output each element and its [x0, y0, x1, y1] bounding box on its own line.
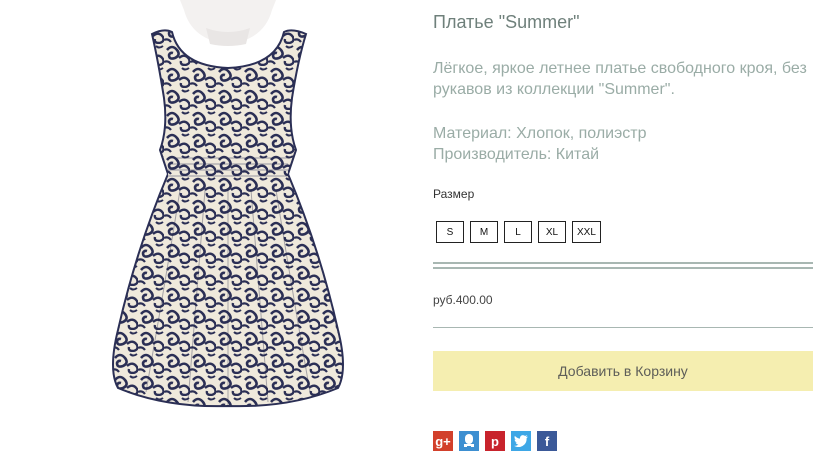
product-image[interactable]	[60, 0, 400, 467]
pinterest-icon[interactable]: p	[485, 431, 505, 451]
size-label: Размер	[433, 187, 475, 201]
divider	[433, 262, 813, 269]
twitter-icon[interactable]	[511, 431, 531, 451]
product-specs: Материал: Хлопок, полиэстр Производитель…	[433, 123, 813, 165]
size-option-s[interactable]: S	[436, 221, 464, 243]
size-option-xl[interactable]: XL	[538, 221, 566, 243]
product-description: Лёгкое, яркое летнее платье свободного к…	[433, 60, 807, 98]
facebook-icon[interactable]: f	[537, 431, 557, 451]
add-to-cart-button[interactable]: Добавить в Корзину	[433, 351, 813, 391]
size-option-xxl[interactable]: XXL	[572, 221, 601, 243]
product-price: руб.400.00	[433, 293, 493, 307]
size-option-m[interactable]: M	[470, 221, 498, 243]
product-title: Платье "Summer"	[433, 12, 580, 32]
share-bar: g+ p f	[433, 431, 557, 451]
divider	[433, 327, 813, 328]
size-selector: S M L XL XXL	[436, 221, 601, 243]
product-material: Материал: Хлопок, полиэстр	[433, 125, 647, 142]
size-option-l[interactable]: L	[504, 221, 532, 243]
product-manufacturer: Производитель: Китай	[433, 146, 600, 163]
google-plus-icon[interactable]: g+	[433, 431, 453, 451]
odnoklassniki-icon[interactable]	[459, 431, 479, 451]
